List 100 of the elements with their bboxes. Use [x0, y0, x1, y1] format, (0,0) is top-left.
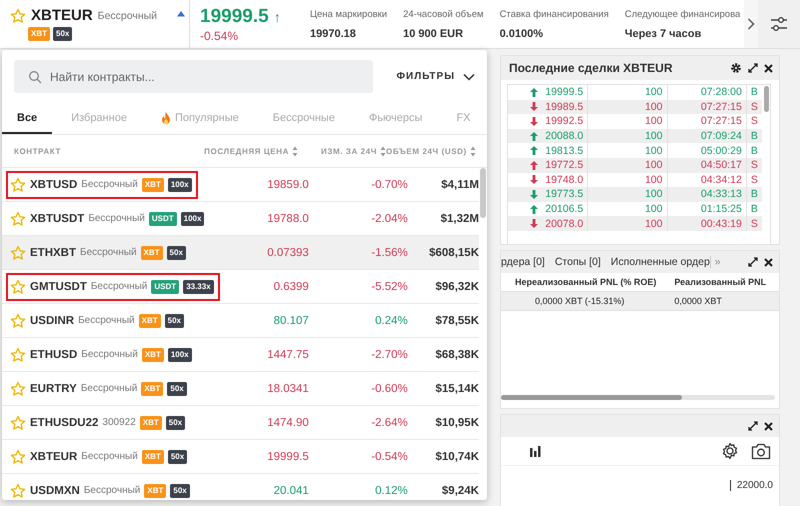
contract-type: Бессрочный	[80, 247, 137, 258]
contract-row[interactable]: EURTRY Бессрочный XBT 50x 18.0341 -0.60% $15,14K	[2, 372, 479, 406]
trade-side: B	[750, 187, 759, 202]
contract-type: Бессрочный	[84, 485, 140, 496]
stat-value: 0.0100%	[500, 28, 544, 40]
down-arrow-icon	[529, 174, 540, 186]
contract-row[interactable]: ETHUSDU22 300922 XBT 50x 1474.90 -2.64% $10,95K	[2, 406, 479, 440]
contract-symbol: ETHUSD	[30, 348, 78, 360]
stat-label: Следующее финансирова	[624, 8, 740, 20]
trade-side: S	[750, 216, 759, 231]
volume: $10,95K	[434, 416, 479, 428]
star-icon	[10, 278, 26, 294]
last-price: 20.041	[272, 484, 309, 496]
stat-value: Через 7 часов	[624, 28, 702, 40]
sliders-icon	[770, 16, 788, 32]
contract-row[interactable]: GMTUSDT Бессрочный USDT 33.33x 0.6399 -5.52% $96,32K	[2, 270, 479, 304]
next-button[interactable]	[744, 0, 758, 48]
contract-type: Бессрочный	[81, 451, 138, 462]
trade-side: S	[750, 172, 759, 188]
volume: $78,55K	[434, 314, 479, 326]
price-change: -0.54%	[200, 28, 240, 42]
trade-price: 19813.5	[545, 144, 584, 157]
trade-price: 20088.0	[545, 130, 584, 142]
trade-side: B	[750, 85, 759, 100]
collateral-badge: XBT	[140, 246, 163, 260]
last-price: 80.107	[272, 314, 309, 326]
expand-icon	[748, 257, 758, 267]
leverage-badge: 33.33x	[183, 280, 214, 294]
scrollbar-thumb[interactable]	[480, 168, 486, 218]
volume: $96,32K	[434, 280, 479, 292]
close-icon	[764, 422, 773, 430]
panel-tab[interactable]: Исполненные ордер	[610, 256, 710, 268]
last-price: 0.6399	[272, 280, 309, 292]
contract-row[interactable]: ETHXBT Бессрочный XBT 50x 0.07393 -1.56% $608,15K	[2, 236, 479, 270]
contract-symbol: EURTRY	[30, 382, 77, 394]
volume: $4,11M	[440, 178, 479, 190]
trade-time: 07:27:15	[668, 100, 747, 114]
volume: $10,74K	[434, 450, 479, 462]
price-change: 0.24%	[374, 314, 408, 326]
price-change: -0.70%	[370, 178, 408, 190]
trend-arrow: ↑	[274, 8, 281, 24]
expand-icon	[748, 63, 758, 73]
last-price: 1447.75	[266, 348, 309, 360]
stat-value: 19970.18	[310, 28, 357, 40]
leverage-badge: 50x	[170, 484, 190, 498]
filter-tab[interactable]: Все	[2, 104, 52, 134]
settings-button[interactable]	[758, 0, 800, 48]
up-arrow-icon	[529, 160, 540, 171]
up-arrow-icon	[529, 145, 540, 156]
panel-tab[interactable]: рдера [0]	[501, 256, 545, 268]
star-icon	[10, 414, 26, 430]
leverage-badge: 50x	[168, 450, 188, 464]
column-header: ПОСЛЕДНЯЯ ЦЕНА	[204, 146, 289, 156]
star-icon	[10, 312, 26, 328]
contract-symbol: XBTUSDT	[30, 212, 84, 224]
star-icon	[10, 448, 26, 464]
stat-label: Ставка финансирования	[500, 8, 609, 20]
price-change: 0.12%	[374, 484, 408, 496]
star-icon	[10, 8, 26, 24]
filters-button[interactable]: ФИЛЬТРЫ	[396, 71, 475, 82]
contract-row[interactable]: USDMXN Бессрочный XBT 50x 20.041 0.12% $9,24K	[2, 474, 479, 500]
chevron-down-icon	[463, 72, 475, 80]
trade-time: 00:43:19	[668, 216, 747, 231]
collateral-badge: XBT	[138, 314, 161, 328]
search-field[interactable]: Найти контракты...	[14, 60, 373, 93]
last-price: 1474.90	[266, 416, 309, 428]
trade-time: 07:09:24	[668, 128, 747, 144]
collateral-badge: XBT	[142, 450, 164, 464]
contract-row[interactable]: ETHUSD Бессрочный XBT 100x 1447.75 -2.70% $68,38K	[2, 338, 479, 372]
price-change: -2.70%	[370, 348, 408, 360]
close-icon	[764, 64, 773, 72]
scrollbar-thumb[interactable]	[501, 395, 682, 400]
last-price: 18.0341	[266, 382, 309, 394]
contract-type: Бессрочный	[81, 179, 138, 190]
table-cell: 0,0000 XBT	[674, 296, 722, 306]
collateral-badge: XBT	[140, 416, 162, 430]
down-arrow-icon	[529, 101, 540, 112]
contract-row[interactable]: USDINR Бессрочный XBT 50x 80.107 0.24% $78,55K	[2, 304, 479, 338]
trade-side: S	[750, 100, 759, 114]
trade-price: 19772.5	[545, 159, 584, 172]
symbol-title: XBTEUR	[31, 7, 93, 24]
contract-symbol: ETHUSDU22	[30, 416, 98, 428]
collateral-badge: XBT	[142, 178, 164, 192]
panel-tab[interactable]: Стопы [0]	[554, 256, 601, 268]
star-icon	[10, 244, 26, 260]
trade-size: 100	[588, 216, 668, 231]
trade-price: 20078.0	[545, 218, 584, 230]
volume: $1,32M	[440, 212, 479, 224]
price-change: -2.64%	[370, 416, 408, 428]
scrollbar-thumb[interactable]	[764, 86, 769, 112]
price-change: -5.52%	[370, 280, 408, 292]
collateral-badge: XBT	[144, 484, 166, 498]
collateral-badge: XBT	[28, 27, 50, 41]
contract-row[interactable]: XBTEUR Бессрочный XBT 50x 19999.5 -0.54% $10,74K	[2, 440, 479, 474]
volume: $9,24K	[440, 484, 479, 496]
volume: $68,38K	[434, 348, 479, 360]
contract-row[interactable]: XBTUSD Бессрочный XBT 100x 19859.0 -0.70% $4,11M	[2, 168, 479, 202]
trade-price: 20106.5	[545, 203, 584, 216]
price-change: -2.04%	[370, 212, 408, 224]
last-price: 19788.0	[266, 212, 309, 224]
